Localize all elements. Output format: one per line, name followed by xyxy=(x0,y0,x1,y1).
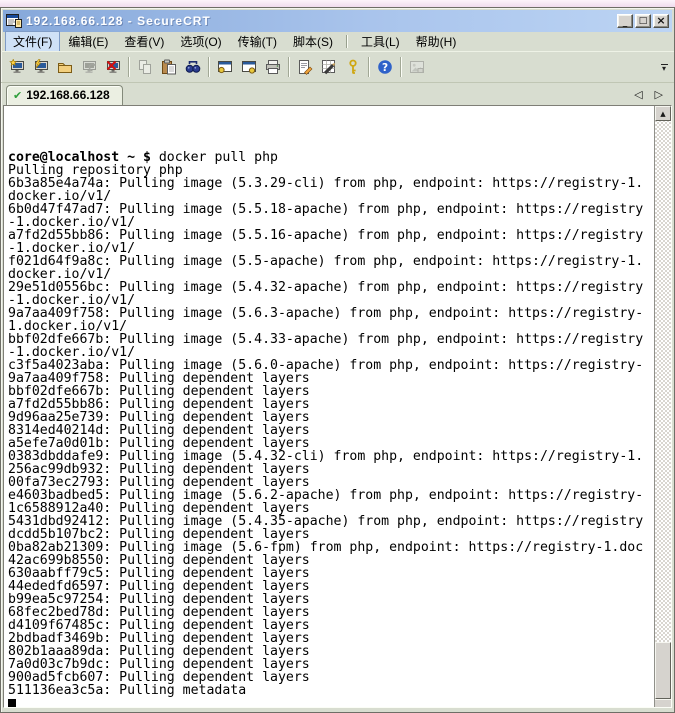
securecrt-app-icon[interactable] xyxy=(6,13,22,29)
tab-scroll-right-icon[interactable]: ▷ xyxy=(655,88,663,101)
terminal-cursor xyxy=(8,699,16,707)
copy-icon xyxy=(137,59,153,75)
close-button[interactable]: × xyxy=(653,14,669,28)
terminal-line: 511136ea3c5a: Pulling metadata xyxy=(8,684,653,697)
terminal-blank-line xyxy=(8,125,653,138)
minimize-button[interactable]: _ xyxy=(617,14,633,28)
toolbar-separator xyxy=(368,57,370,77)
scrollbar-up-button[interactable]: ▲ xyxy=(655,106,671,121)
titlebar[interactable]: 192.168.66.128 - SecureCRT _ □ × xyxy=(3,10,672,32)
security-key-button[interactable] xyxy=(341,55,365,79)
find-icon xyxy=(185,59,201,75)
toolbar-separator xyxy=(288,57,290,77)
svg-text:?: ? xyxy=(382,62,388,74)
chevron-down-icon: ▾ xyxy=(662,67,666,71)
window-controls: _ □ × xyxy=(617,14,669,28)
screen-image-icon xyxy=(409,59,425,75)
toolbar-separator xyxy=(128,57,130,77)
menu-item-e[interactable]: 编辑(E) xyxy=(60,31,116,52)
scroll-up-arrow-icon: ▲ xyxy=(660,110,665,118)
session-tab-label: 192.168.66.128 xyxy=(26,88,109,102)
session-window-button[interactable] xyxy=(237,55,261,79)
maximize-button[interactable]: □ xyxy=(635,14,651,28)
scrollbar-thumb[interactable] xyxy=(655,642,671,699)
maximize-icon: □ xyxy=(639,16,648,26)
menu-item-l[interactable]: 工具(L) xyxy=(353,31,408,52)
toolbar-separator xyxy=(400,57,402,77)
connected-check-icon: ✔ xyxy=(13,90,22,101)
find-button[interactable] xyxy=(181,55,205,79)
reconnect-icon xyxy=(81,59,97,75)
toolbar-buttons: ? xyxy=(5,55,429,79)
toolbar-separator xyxy=(208,57,210,77)
reconnect-button xyxy=(77,55,101,79)
tabbar: ✔ 192.168.66.128 ◁ ▷ xyxy=(1,83,674,105)
paste-button[interactable] xyxy=(157,55,181,79)
print-preview-button[interactable] xyxy=(213,55,237,79)
close-icon: × xyxy=(656,16,665,26)
keymap-editor-button[interactable] xyxy=(317,55,341,79)
print-button[interactable] xyxy=(261,55,285,79)
print-icon xyxy=(265,59,281,75)
disconnect-icon xyxy=(105,59,121,75)
connect-in-tab-icon xyxy=(57,59,73,75)
terminal-output[interactable]: core@localhost ~ $ docker pull phpPullin… xyxy=(5,106,653,707)
menu-separator xyxy=(346,35,348,48)
connect-button[interactable] xyxy=(29,55,53,79)
connect-icon xyxy=(33,59,49,75)
toolbar-overflow-button[interactable]: ▾ xyxy=(658,56,670,78)
session-options-button[interactable] xyxy=(293,55,317,79)
window-title: 192.168.66.128 - SecureCRT xyxy=(26,14,617,28)
tab-scroll-controls: ◁ ▷ xyxy=(634,88,669,105)
toolbar: ? ▾ xyxy=(1,51,674,83)
copy-button xyxy=(133,55,157,79)
print-preview-icon xyxy=(217,59,233,75)
terminal-cursor-line xyxy=(8,697,653,707)
menubar: 文件(F)编辑(E)查看(V)选项(O)传输(T)脚本(S) 工具(L)帮助(H) xyxy=(1,32,674,51)
keymap-editor-icon xyxy=(321,59,337,75)
session-options-icon xyxy=(297,59,313,75)
session-window-icon xyxy=(241,59,257,75)
desktop-background-strip xyxy=(0,0,675,7)
quick-connect-button[interactable] xyxy=(5,55,29,79)
help-button[interactable]: ? xyxy=(373,55,397,79)
terminal-scrollbar[interactable]: ▲ xyxy=(654,106,671,707)
disconnect-button[interactable] xyxy=(101,55,125,79)
tab-scroll-left-icon[interactable]: ◁ xyxy=(634,88,642,101)
menu-item-f[interactable]: 文件(F) xyxy=(5,31,60,52)
menu-item-v[interactable]: 查看(V) xyxy=(116,31,172,52)
security-key-icon xyxy=(345,59,361,75)
connect-in-tab-button[interactable] xyxy=(53,55,77,79)
terminal-area: core@localhost ~ $ docker pull phpPullin… xyxy=(3,105,672,708)
menu-item-o[interactable]: 选项(O) xyxy=(172,31,229,52)
menu-item-s[interactable]: 脚本(S) xyxy=(285,31,341,52)
help-icon: ? xyxy=(377,59,393,75)
securecrt-window: 192.168.66.128 - SecureCRT _ □ × 文件(F)编辑… xyxy=(0,7,675,713)
quick-connect-icon xyxy=(9,59,25,75)
menu-item-h[interactable]: 帮助(H) xyxy=(408,31,465,52)
screen-image-button xyxy=(405,55,429,79)
scrollbar-down-button[interactable] xyxy=(655,699,671,707)
session-tab[interactable]: ✔ 192.168.66.128 xyxy=(6,85,123,105)
paste-icon xyxy=(161,59,177,75)
terminal-blank-line xyxy=(8,112,653,125)
menu-item-t[interactable]: 传输(T) xyxy=(230,31,285,52)
minimize-icon: _ xyxy=(623,18,628,28)
